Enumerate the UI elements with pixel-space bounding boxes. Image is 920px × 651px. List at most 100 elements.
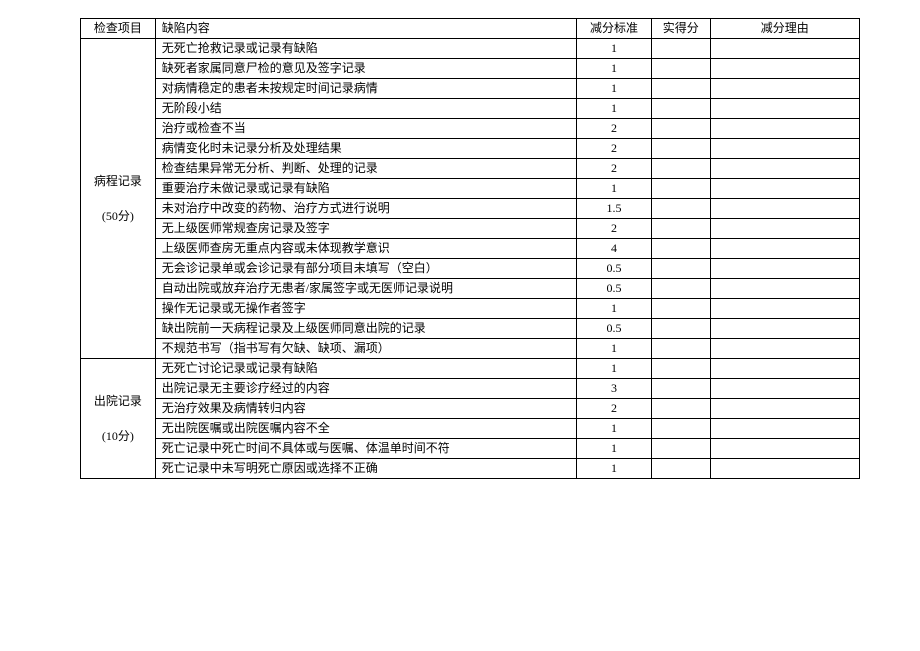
table-row: 无会诊记录单或会诊记录有部分项目未填写（空白）0.5 xyxy=(81,259,860,279)
defect-content-cell: 自动出院或放弃治疗无患者/家属签字或无医师记录说明 xyxy=(155,279,577,299)
table-row: 死亡记录中未写明死亡原因或选择不正确1 xyxy=(81,459,860,479)
header-deduct-std: 减分标准 xyxy=(577,19,652,39)
deduct-reason-cell xyxy=(710,279,859,299)
deduct-std-cell: 4 xyxy=(577,239,652,259)
deduct-reason-cell xyxy=(710,299,859,319)
actual-score-cell xyxy=(651,459,710,479)
actual-score-cell xyxy=(651,159,710,179)
actual-score-cell xyxy=(651,379,710,399)
deduct-reason-cell xyxy=(710,319,859,339)
table-row: 缺死者家属同意尸检的意见及签字记录1 xyxy=(81,59,860,79)
actual-score-cell xyxy=(651,359,710,379)
defect-content-cell: 缺死者家属同意尸检的意见及签字记录 xyxy=(155,59,577,79)
header-deduct-reason: 减分理由 xyxy=(710,19,859,39)
defect-content-cell: 治疗或检查不当 xyxy=(155,119,577,139)
deduct-std-cell: 2 xyxy=(577,159,652,179)
deduct-std-cell: 1 xyxy=(577,79,652,99)
deduct-reason-cell xyxy=(710,99,859,119)
deduct-reason-cell xyxy=(710,199,859,219)
table-row: 操作无记录或无操作者签字1 xyxy=(81,299,860,319)
deduct-reason-cell xyxy=(710,79,859,99)
table-row: 检查结果异常无分析、判断、处理的记录2 xyxy=(81,159,860,179)
category-cell: 出院记录 (10分) xyxy=(81,359,156,479)
deduct-reason-cell xyxy=(710,439,859,459)
deduct-reason-cell xyxy=(710,399,859,419)
table-row: 死亡记录中死亡时间不具体或与医嘱、体温单时间不符1 xyxy=(81,439,860,459)
table-row: 无上级医师常规查房记录及签字2 xyxy=(81,219,860,239)
actual-score-cell xyxy=(651,439,710,459)
actual-score-cell xyxy=(651,39,710,59)
deduct-std-cell: 1 xyxy=(577,459,652,479)
deduct-reason-cell xyxy=(710,359,859,379)
deduct-reason-cell xyxy=(710,259,859,279)
defect-content-cell: 不规范书写（指书写有欠缺、缺项、漏项） xyxy=(155,339,577,359)
category-name: 出院记录 xyxy=(85,394,151,409)
deduct-reason-cell xyxy=(710,39,859,59)
table-row: 自动出院或放弃治疗无患者/家属签字或无医师记录说明0.5 xyxy=(81,279,860,299)
actual-score-cell xyxy=(651,139,710,159)
defect-content-cell: 无死亡抢救记录或记录有缺陷 xyxy=(155,39,577,59)
deduct-reason-cell xyxy=(710,419,859,439)
deduct-reason-cell xyxy=(710,59,859,79)
actual-score-cell xyxy=(651,179,710,199)
actual-score-cell xyxy=(651,119,710,139)
table-row: 不规范书写（指书写有欠缺、缺项、漏项）1 xyxy=(81,339,860,359)
deduct-std-cell: 0.5 xyxy=(577,279,652,299)
actual-score-cell xyxy=(651,219,710,239)
defect-content-cell: 无会诊记录单或会诊记录有部分项目未填写（空白） xyxy=(155,259,577,279)
deduct-std-cell: 0.5 xyxy=(577,319,652,339)
actual-score-cell xyxy=(651,419,710,439)
header-check-item: 检查项目 xyxy=(81,19,156,39)
deduct-std-cell: 2 xyxy=(577,119,652,139)
table-row: 无治疗效果及病情转归内容2 xyxy=(81,399,860,419)
table-row: 对病情稳定的患者未按规定时间记录病情1 xyxy=(81,79,860,99)
deduct-std-cell: 2 xyxy=(577,139,652,159)
defect-content-cell: 无治疗效果及病情转归内容 xyxy=(155,399,577,419)
actual-score-cell xyxy=(651,299,710,319)
deduct-reason-cell xyxy=(710,339,859,359)
deduct-std-cell: 1 xyxy=(577,359,652,379)
deduct-std-cell: 1 xyxy=(577,439,652,459)
defect-content-cell: 病情变化时未记录分析及处理结果 xyxy=(155,139,577,159)
actual-score-cell xyxy=(651,339,710,359)
deduct-reason-cell xyxy=(710,219,859,239)
defect-content-cell: 操作无记录或无操作者签字 xyxy=(155,299,577,319)
actual-score-cell xyxy=(651,99,710,119)
deduct-std-cell: 1 xyxy=(577,419,652,439)
deduct-std-cell: 3 xyxy=(577,379,652,399)
category-cell: 病程记录(50分) xyxy=(81,39,156,359)
deduct-reason-cell xyxy=(710,159,859,179)
deduct-std-cell: 1 xyxy=(577,39,652,59)
table-row: 无出院医嘱或出院医嘱内容不全1 xyxy=(81,419,860,439)
inspection-table: 检查项目 缺陷内容 减分标准 实得分 减分理由 病程记录(50分)无死亡抢救记录… xyxy=(80,18,860,479)
defect-content-cell: 出院记录无主要诊疗经过的内容 xyxy=(155,379,577,399)
table-row: 未对治疗中改变的药物、治疗方式进行说明1.5 xyxy=(81,199,860,219)
category-points: (10分) xyxy=(85,429,151,444)
defect-content-cell: 未对治疗中改变的药物、治疗方式进行说明 xyxy=(155,199,577,219)
deduct-std-cell: 2 xyxy=(577,399,652,419)
actual-score-cell xyxy=(651,399,710,419)
deduct-reason-cell xyxy=(710,139,859,159)
table-row: 无阶段小结1 xyxy=(81,99,860,119)
defect-content-cell: 重要治疗未做记录或记录有缺陷 xyxy=(155,179,577,199)
defect-content-cell: 无上级医师常规查房记录及签字 xyxy=(155,219,577,239)
defect-content-cell: 无死亡讨论记录或记录有缺陷 xyxy=(155,359,577,379)
defect-content-cell: 无阶段小结 xyxy=(155,99,577,119)
table-row: 病程记录(50分)无死亡抢救记录或记录有缺陷1 xyxy=(81,39,860,59)
defect-content-cell: 检查结果异常无分析、判断、处理的记录 xyxy=(155,159,577,179)
defect-content-cell: 上级医师查房无重点内容或未体现教学意识 xyxy=(155,239,577,259)
deduct-reason-cell xyxy=(710,379,859,399)
actual-score-cell xyxy=(651,279,710,299)
deduct-std-cell: 1 xyxy=(577,299,652,319)
defect-content-cell: 无出院医嘱或出院医嘱内容不全 xyxy=(155,419,577,439)
deduct-std-cell: 1 xyxy=(577,179,652,199)
category-points: (50分) xyxy=(85,209,151,224)
table-row: 出院记录无主要诊疗经过的内容3 xyxy=(81,379,860,399)
defect-content-cell: 死亡记录中未写明死亡原因或选择不正确 xyxy=(155,459,577,479)
actual-score-cell xyxy=(651,59,710,79)
table-row: 病情变化时未记录分析及处理结果2 xyxy=(81,139,860,159)
header-actual-score: 实得分 xyxy=(651,19,710,39)
table-row: 出院记录(10分)无死亡讨论记录或记录有缺陷1 xyxy=(81,359,860,379)
deduct-std-cell: 2 xyxy=(577,219,652,239)
actual-score-cell xyxy=(651,239,710,259)
